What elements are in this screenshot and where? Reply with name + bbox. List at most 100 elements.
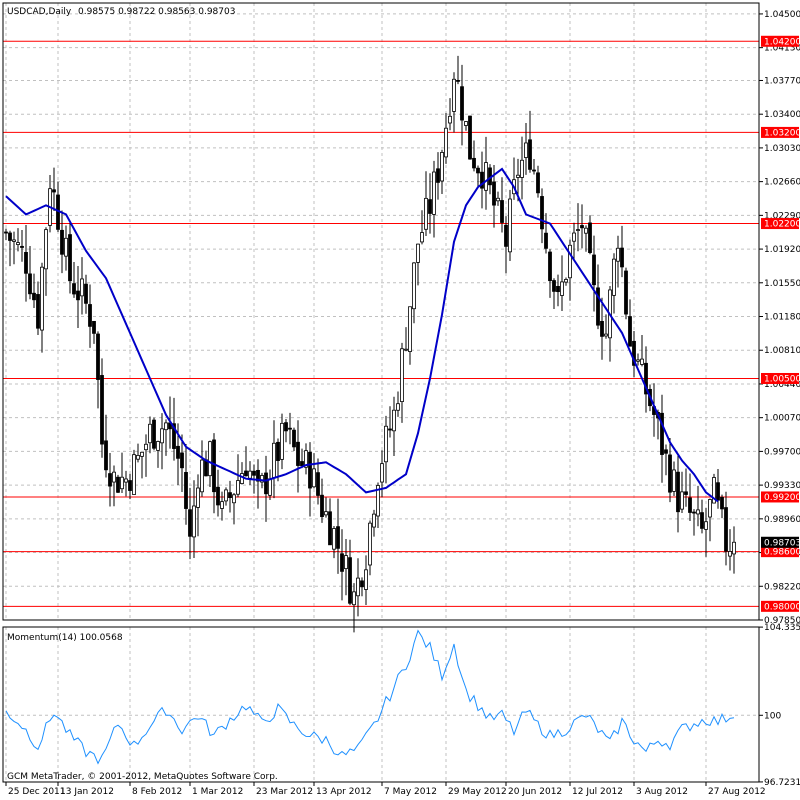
candle-body xyxy=(680,491,684,510)
price-axis-label: 0.98220 xyxy=(764,582,800,592)
candle-body xyxy=(232,494,236,504)
candle-body xyxy=(104,440,108,471)
candle-body xyxy=(716,482,720,501)
candle-body xyxy=(592,254,596,286)
momentum-title: Momentum(14) 100.0568 xyxy=(7,633,123,643)
level-label: 1.00500 xyxy=(764,374,800,384)
candle-body xyxy=(324,511,328,516)
level-label: 1.02200 xyxy=(764,220,800,230)
candle-body xyxy=(284,422,288,432)
candle-body xyxy=(396,403,400,411)
price-axis-label: 1.03400 xyxy=(764,110,800,120)
candle-body xyxy=(520,159,524,178)
time-axis-label: 7 May 2012 xyxy=(384,787,437,797)
time-axis-label: 20 Jun 2012 xyxy=(508,787,562,797)
candle-body xyxy=(624,270,628,315)
candle-body xyxy=(700,512,704,529)
level-label: 1.03200 xyxy=(764,128,800,138)
level-label: 0.98000 xyxy=(764,602,800,612)
candle-body xyxy=(72,283,76,295)
candle-body xyxy=(668,454,672,493)
candle-body xyxy=(60,229,64,255)
candle-body xyxy=(392,409,396,432)
candle-body xyxy=(672,469,676,492)
candle-body xyxy=(144,443,148,451)
candle-body xyxy=(52,189,56,193)
candle-body xyxy=(516,174,520,178)
candle-body xyxy=(640,358,644,365)
candle-body xyxy=(204,459,208,477)
candle-body xyxy=(84,283,88,304)
candle-body xyxy=(704,521,708,530)
candle-body xyxy=(288,427,292,430)
time-axis-label: 27 Aug 2012 xyxy=(708,787,766,797)
candle-body xyxy=(356,577,360,597)
price-axis-label: 1.04500 xyxy=(764,10,800,20)
candle-body xyxy=(76,290,80,301)
candle-body xyxy=(136,455,140,460)
candle-body xyxy=(152,419,156,449)
candle-body xyxy=(452,78,456,112)
candle-body xyxy=(472,157,476,169)
candle-body xyxy=(264,472,268,495)
candle-body xyxy=(408,306,412,352)
candle-body xyxy=(212,439,216,493)
candle-body xyxy=(584,227,588,234)
time-axis-label: 13 Apr 2012 xyxy=(316,787,372,797)
candle-body xyxy=(12,239,16,242)
candle-body xyxy=(560,281,564,296)
candle-body xyxy=(16,242,20,245)
candle-body xyxy=(120,476,124,490)
candle-body xyxy=(156,441,160,451)
candle-body xyxy=(4,231,8,234)
symbol-title: USDCAD,Daily xyxy=(7,7,72,17)
candle-body xyxy=(200,459,204,493)
price-axis-label: 1.00810 xyxy=(764,346,800,356)
candle-body xyxy=(616,247,620,262)
candle-body xyxy=(448,115,452,124)
candle-body xyxy=(564,279,568,283)
price-axis-label: 1.01180 xyxy=(764,313,800,323)
candle-body xyxy=(468,115,472,160)
candle-body xyxy=(308,451,312,489)
candle-body xyxy=(572,232,576,242)
candle-body xyxy=(336,526,340,549)
candle-body xyxy=(248,470,252,479)
candle-body xyxy=(92,320,96,334)
price-axis-label: 1.01920 xyxy=(764,245,800,255)
watermark: GCM MetaTrader, © 2001-2012, MetaQuotes … xyxy=(7,772,278,782)
candle-body xyxy=(568,244,572,279)
trading-chart: USDCAD,Daily 0.98575 0.98722 0.98563 0.9… xyxy=(0,0,800,800)
price-axis-label: 1.02660 xyxy=(764,178,800,188)
candle-body xyxy=(192,505,196,538)
candle-body xyxy=(636,359,640,362)
candle-body xyxy=(476,167,480,174)
candle-body xyxy=(188,509,192,537)
level-label: 0.98600 xyxy=(764,548,800,558)
candle-body xyxy=(140,451,144,457)
candle-body xyxy=(436,168,440,183)
candle-body xyxy=(108,473,112,487)
candle-body xyxy=(548,251,552,282)
candle-body xyxy=(580,225,584,229)
candle-body xyxy=(216,486,220,506)
candle-body xyxy=(412,262,416,310)
candle-body xyxy=(40,266,44,331)
price-axis-label: 0.99330 xyxy=(764,481,800,491)
candle-body xyxy=(496,197,500,202)
candle-body xyxy=(676,471,680,513)
candle-body xyxy=(68,234,72,282)
time-axis-label: 29 May 2012 xyxy=(448,787,507,797)
price-axis-label: 1.00070 xyxy=(764,414,800,424)
candle-body xyxy=(728,551,732,557)
candle-body xyxy=(692,511,696,514)
candle-body xyxy=(24,252,28,274)
candle-body xyxy=(252,470,256,476)
candle-body xyxy=(160,428,164,444)
candle-body xyxy=(88,304,92,327)
candle-body xyxy=(208,441,212,477)
candle-body xyxy=(696,509,700,515)
candle-body xyxy=(444,127,448,158)
price-axis-label: 1.03030 xyxy=(764,144,800,154)
candle-body xyxy=(440,152,444,182)
